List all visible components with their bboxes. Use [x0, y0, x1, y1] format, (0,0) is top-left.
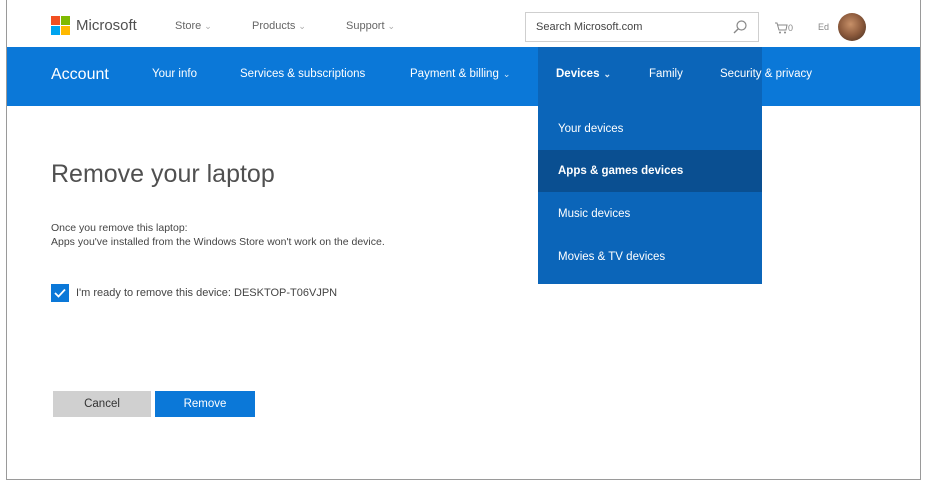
chevron-down-icon: ⌄ — [298, 21, 306, 31]
tab-payment-billing-label: Payment & billing — [410, 68, 499, 80]
remove-button[interactable]: Remove — [155, 391, 255, 417]
nav-store-label: Store — [175, 20, 202, 32]
menu-item-music-devices[interactable]: Music devices — [538, 193, 762, 235]
description-line-1: Once you remove this laptop: — [51, 222, 188, 234]
page-title: Remove your laptop — [51, 160, 275, 188]
chevron-down-icon: ⌄ — [387, 21, 396, 31]
checkmark-icon — [54, 288, 66, 298]
account-link[interactable]: Account — [51, 66, 109, 84]
cart-button[interactable]: 0 — [774, 22, 793, 34]
avatar[interactable] — [838, 13, 866, 41]
nav-support[interactable]: Support ⌄ — [346, 20, 395, 32]
nav-products[interactable]: Products ⌄ — [252, 20, 306, 32]
microsoft-logo-icon — [51, 16, 70, 35]
nav-support-label: Support — [346, 20, 385, 32]
confirm-remove-checkbox[interactable] — [51, 284, 69, 302]
cancel-button[interactable]: Cancel — [53, 391, 151, 417]
tab-services-subscriptions[interactable]: Services & subscriptions — [240, 68, 365, 80]
top-header: Microsoft Store⌄ Products⌄ Support⌄ 0 — [7, 0, 920, 47]
cart-count: 0 — [788, 23, 794, 33]
brand-name: Microsoft — [76, 17, 137, 34]
chevron-down-icon: ⌄ — [204, 21, 212, 31]
confirm-remove-checkbox-row[interactable]: I'm ready to remove this device: DESKTOP… — [51, 284, 337, 302]
remove-description: Once you remove this laptop: Apps you've… — [51, 221, 431, 249]
tab-devices-label: Devices — [556, 68, 600, 80]
account-nav: Account Your info Services & subscriptio… — [7, 47, 920, 106]
menu-item-apps-games-devices[interactable]: Apps & games devices — [538, 150, 762, 192]
description-line-2: Apps you've installed from the Windows S… — [51, 236, 385, 248]
search-box — [525, 12, 759, 42]
tab-your-info[interactable]: Your info — [152, 68, 197, 80]
cart-icon — [775, 22, 788, 34]
nav-products-label: Products — [252, 20, 296, 32]
tab-security-privacy[interactable]: Security & privacy — [720, 68, 812, 80]
tab-family[interactable]: Family — [649, 68, 683, 80]
chevron-down-icon: ⌄ — [502, 69, 511, 79]
search-icon[interactable] — [732, 19, 748, 35]
confirm-remove-label: I'm ready to remove this device: DESKTOP… — [76, 287, 338, 299]
menu-item-movies-tv-devices[interactable]: Movies & TV devices — [538, 236, 762, 278]
user-initials[interactable]: Ed — [818, 22, 829, 32]
tab-devices[interactable]: Devices ⌄ — [556, 68, 611, 80]
search-input[interactable] — [526, 13, 726, 41]
nav-store[interactable]: Store ⌄ — [175, 20, 212, 32]
devices-dropdown-menu: Your devices Apps & games devices Music … — [538, 106, 762, 284]
microsoft-logo[interactable]: Microsoft — [51, 16, 137, 35]
chevron-down-icon: ⌄ — [603, 69, 612, 79]
tab-payment-billing[interactable]: Payment & billing ⌄ — [410, 68, 510, 80]
menu-item-your-devices[interactable]: Your devices — [538, 108, 762, 150]
browser-frame: Microsoft Store⌄ Products⌄ Support⌄ 0 — [6, 0, 921, 480]
